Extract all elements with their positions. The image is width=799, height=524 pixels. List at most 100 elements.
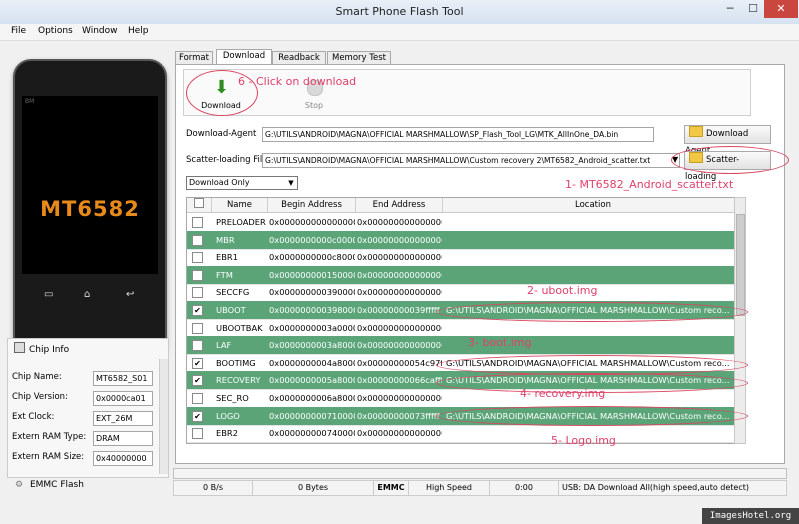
column-location[interactable]: Location [443,198,744,212]
ram-size-field[interactable]: 0x40000000 [93,451,153,466]
partition-name: LAF [216,340,232,351]
begin-address: 0x0000000006a80000 [269,393,355,403]
chip-row-label: Extern RAM Type: [12,432,87,442]
chip-info-scrollbar[interactable] [159,359,168,474]
status-speed: 0 B/s [174,481,253,495]
table-row[interactable]: LAF 0x0000000003a800000x0000000000000000 [187,336,745,356]
maximize-button[interactable]: ☐ [742,0,764,18]
partition-name: PRELOADER [216,217,266,227]
begin-address: 0x0000000004a80000 [269,357,355,368]
tab-memory-test[interactable]: Memory Test [327,51,391,65]
boot-highlight-ring [436,355,748,375]
begin-address: 0x0000000007400000 [269,428,355,439]
back-key-icon: ↩ [126,289,135,300]
chip-info-panel: Chip Info Chip Name: MT6582_S01 Chip Ver… [7,338,169,478]
end-address: 0x00000000054c97ff [357,357,442,368]
row-checkbox[interactable] [192,252,203,264]
table-row[interactable]: FTM 0x00000000015000000x0000000000000000 [187,265,745,285]
location-path[interactable] [446,248,742,266]
ext-clock-field[interactable]: EXT_26M [93,411,153,426]
status-usb-speed: High Speed [409,481,490,495]
scatter-highlight-ring [671,146,789,174]
chip-row: Chip Name: [12,372,62,382]
gear-icon: ⚙ [15,480,24,490]
row-checkbox[interactable]: ✔ [192,410,203,422]
row-checkbox[interactable] [192,393,203,404]
phone-nav-bar: ▭ ⌂ ↩ [22,289,158,303]
table-row[interactable]: EBR1 0x0000000000c800000x0000000000000000 [187,248,745,268]
menu-window[interactable]: Window [82,26,118,36]
menu-file[interactable]: File [11,26,26,36]
window-title: Smart Phone Flash Tool [335,5,464,18]
row-checkbox[interactable]: ✔ [192,357,203,369]
table-row[interactable]: MBR 0x0000000000c000000x0000000000000000 [187,230,745,250]
table-row[interactable]: SECCFG 0x0000000003900000 0x00000000000000… [187,283,745,303]
download-agent-button[interactable]: Download Agent [684,125,771,156]
download-tab-panel: ⬇ Download Stop Download-Agent G:\UTILS\… [175,64,785,464]
chevron-down-icon: ▼ [288,179,294,187]
row-checkbox[interactable] [192,287,203,299]
end-address: 0x0000000000000000 [357,322,442,333]
end-address: 0x0000000000000000 [357,217,442,227]
location-path[interactable] [446,213,742,231]
begin-address: 0x0000000003a00000 [269,322,355,333]
download-mode-select[interactable]: Download Only ▼ [186,176,298,190]
partition-name: LOGO [216,410,240,421]
partition-name: EBR2 [216,428,238,439]
annotation-click-download: 6 - Click on download [238,75,357,88]
tab-readback[interactable]: Readback [272,51,326,65]
chip-version-field[interactable]: 0x0000ca01 [93,391,153,406]
title-bar: Smart Phone Flash Tool ─ ☐ ✕ [0,0,799,25]
row-checkbox[interactable] [192,322,203,334]
end-address: 0x0000000000000000 [357,428,442,439]
row-checkbox[interactable] [192,234,203,246]
column-begin-address[interactable]: Begin Address [268,198,356,212]
close-button[interactable]: ✕ [764,0,798,18]
folder-icon [689,126,703,137]
end-address: 0x0000000000000000 [357,287,442,298]
column-end-address[interactable]: End Address [356,198,443,212]
location-path[interactable] [446,266,742,284]
scatter-loading-field[interactable]: G:\UTILS\ANDROID\MAGNA\OFFICIAL MARSHMAL… [262,153,680,168]
annotation-boot: 3- boot.img [468,336,532,349]
tab-format[interactable]: Format [175,51,213,65]
ram-type-field[interactable]: DRAM [93,431,153,446]
tab-download[interactable]: Download [216,49,272,65]
chip-row-label: Chip Name: [12,372,62,382]
select-all-checkbox[interactable] [194,198,204,208]
status-time: 0:00 [490,481,559,495]
column-name[interactable]: Name [212,198,268,212]
table-row[interactable]: EBR2 0x00000000074000000x0000000000000000 [187,424,745,443]
row-checkbox[interactable] [192,340,203,352]
location-path[interactable] [446,231,742,249]
row-checkbox[interactable] [192,269,203,281]
table-row[interactable]: PRELOADER 0x0000000000000000 0x00000000000… [187,213,745,232]
table-row[interactable]: UBOOTBAK 0x0000000003a00000 0x000000000000… [187,319,745,338]
download-agent-label: Download-Agent [186,129,257,139]
phone-preview-panel: BM MT6582 ▭ ⌂ ↩ [7,47,167,363]
end-address: 0x0000000000000000 [357,340,442,351]
menu-options[interactable]: Options [38,26,73,36]
chip-row-label: Chip Version: [12,392,68,402]
end-address: 0x00000000039fffff [357,305,440,315]
select-all-column[interactable] [187,198,212,212]
partition-table-scrollbar[interactable] [734,197,746,444]
row-checkbox[interactable]: ✔ [192,305,203,316]
row-checkbox[interactable] [192,428,203,440]
annotation-logo: 5- Logo.img [551,434,616,447]
scatter-loading-label: Scatter-loading File [186,155,268,165]
status-bar: 0 B/s 0 Bytes EMMC High Speed 0:00 USB: … [173,480,787,496]
row-checkbox[interactable]: ✔ [192,375,203,387]
download-agent-field[interactable]: G:\UTILS\ANDROID\MAGNA\OFFICIAL MARSHMAL… [262,127,654,142]
row-checkbox[interactable] [192,217,203,228]
menu-help[interactable]: Help [128,26,149,36]
chip-name-field[interactable]: MT6582_S01 [93,371,153,386]
emmc-flash-row: ⚙ EMMC Flash [7,480,167,494]
minimize-button[interactable]: ─ [718,0,742,18]
end-address: 0x00000000066cafff [357,375,442,386]
phone-model-label: MT6582 [40,197,140,221]
begin-address: 0x0000000000c80000 [269,252,355,263]
partition-name: RECOVERY [216,375,261,386]
end-address: 0x00000000073fffff [357,410,440,421]
scrollbar-thumb[interactable] [736,214,745,316]
